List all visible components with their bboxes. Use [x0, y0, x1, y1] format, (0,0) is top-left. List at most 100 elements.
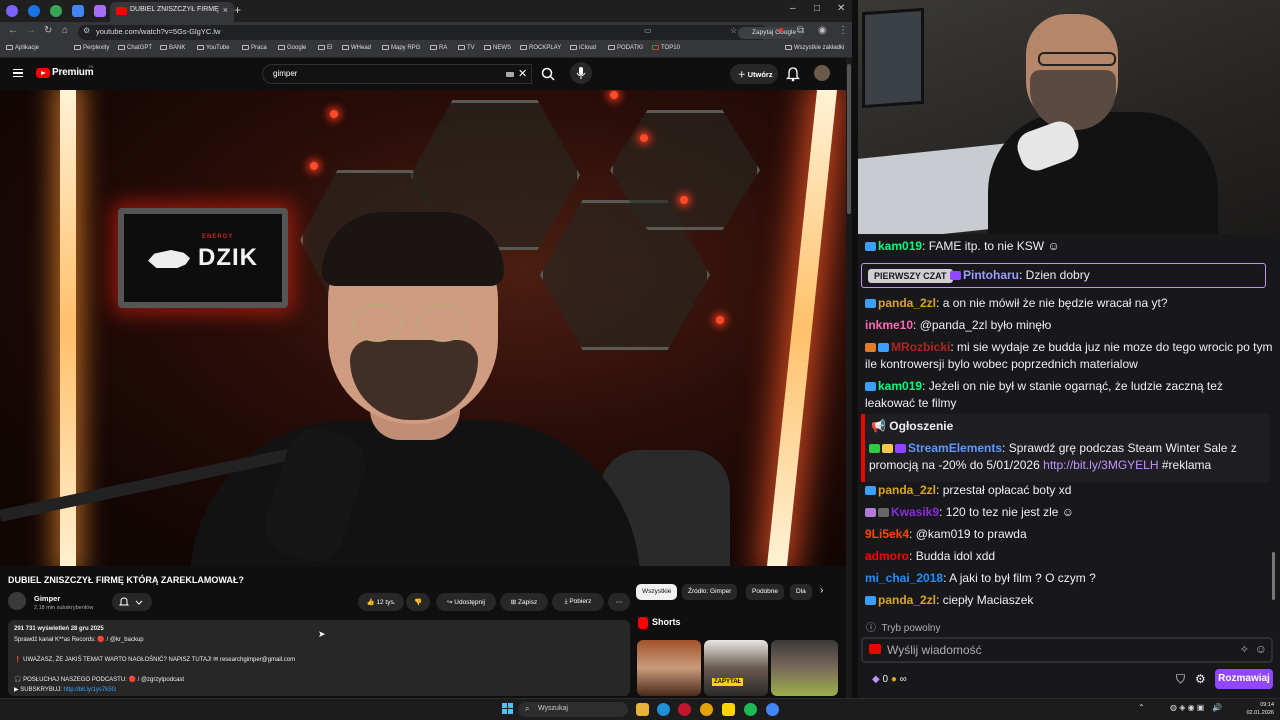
- bookmark-item[interactable]: Google: [278, 45, 306, 51]
- send-chat-button[interactable]: Rozmawiaj: [1215, 669, 1273, 689]
- video-player[interactable]: ENERGY DZIK: [0, 90, 846, 566]
- bookmark-item[interactable]: NEWS: [484, 45, 511, 51]
- tab-icon[interactable]: [28, 5, 40, 17]
- system-clock[interactable]: 09:14 02.01.2026: [1246, 701, 1274, 717]
- chat-username[interactable]: panda_2zl: [878, 296, 936, 310]
- profile-avatar-icon[interactable]: ◉: [818, 25, 827, 36]
- chat-username[interactable]: kam019: [878, 379, 922, 393]
- subscribed-bell-button[interactable]: [112, 593, 152, 611]
- chat-username[interactable]: panda_2zl: [878, 483, 936, 497]
- youtube-logo-icon[interactable]: [36, 68, 50, 78]
- badge-selector-icon[interactable]: [869, 644, 881, 654]
- forward-icon[interactable]: →: [26, 25, 36, 36]
- bookmark-item[interactable]: ChatGPT: [118, 45, 152, 51]
- bookmark-item[interactable]: BANK: [160, 45, 185, 51]
- chat-username[interactable]: Pintoharu: [963, 268, 1019, 282]
- edge-icon[interactable]: [657, 703, 670, 716]
- search-button[interactable]: [534, 64, 562, 84]
- channel-points[interactable]: ◆ 0 ● ∞: [872, 674, 907, 685]
- url-field[interactable]: ⚙ youtube.com/watch?v=5Gs-GlgYC.lw ▭ Zap…: [78, 25, 804, 40]
- clear-search-icon[interactable]: ✕: [518, 67, 527, 80]
- tray-chevron-icon[interactable]: ⌃: [1138, 703, 1145, 712]
- bookmark-item[interactable]: YouTube: [197, 45, 230, 51]
- chat-scrollbar-thumb[interactable]: [1272, 552, 1275, 600]
- close-window-icon[interactable]: ✕: [837, 3, 845, 14]
- chat-username[interactable]: Kwasik9: [891, 505, 939, 519]
- bookmark-item[interactable]: WHead: [342, 45, 371, 51]
- profile-icon[interactable]: [6, 5, 18, 17]
- chrome-active-icon[interactable]: [766, 703, 779, 716]
- chat-username[interactable]: mi_chai_2018: [865, 571, 943, 585]
- bookmark-item[interactable]: Aplikacje: [6, 45, 39, 51]
- bookmark-item[interactable]: El: [318, 45, 332, 51]
- download-button[interactable]: ⤓ Pobierz: [552, 593, 604, 611]
- short-thumbnail[interactable]: ZAPYTAŁ: [704, 640, 768, 696]
- chip-for-you[interactable]: Dla: [790, 584, 812, 600]
- chat-username[interactable]: admoro: [865, 549, 909, 563]
- settings-gear-icon[interactable]: ⚙: [1195, 672, 1206, 686]
- extension-icon[interactable]: ●: [778, 25, 784, 36]
- taskbar-search[interactable]: ⌕ Wyszukaj: [518, 702, 628, 717]
- bookmark-item[interactable]: Praca: [242, 45, 267, 51]
- notifications-bell-icon[interactable]: [786, 66, 800, 82]
- chip-all[interactable]: Wszystkie: [636, 584, 678, 600]
- minimize-icon[interactable]: –: [790, 3, 796, 14]
- spotify-icon[interactable]: [744, 703, 757, 716]
- reload-icon[interactable]: ↻: [44, 25, 52, 36]
- bookmark-item[interactable]: RA: [430, 45, 447, 51]
- chip-source[interactable]: Źródło: Gimper: [682, 584, 738, 600]
- chat-scrollbar[interactable]: [1271, 234, 1277, 604]
- tab-icon[interactable]: [72, 5, 84, 17]
- bookmark-item[interactable]: ROCKPLAY: [520, 45, 561, 51]
- active-tab[interactable]: DUBIEL ZNISZCZYŁ FIRMĘ KTÓRĄ ZAREKLAMOWA…: [110, 2, 234, 22]
- short-thumbnail[interactable]: [637, 640, 701, 696]
- share-button[interactable]: ↪ Udostępnij: [436, 593, 496, 611]
- tab-icon[interactable]: [50, 5, 62, 17]
- chat-input[interactable]: Wyślij wiadomość ✧ ☺: [861, 637, 1273, 663]
- chip-similar[interactable]: Podobne: [746, 584, 785, 600]
- chrome-icon[interactable]: [700, 703, 713, 716]
- windows-start-icon[interactable]: [502, 703, 514, 715]
- chat-username[interactable]: MRozbicki: [891, 340, 950, 354]
- create-button[interactable]: ＋ Utwórz: [730, 64, 778, 84]
- ask-google-chip[interactable]: Zapytaj Google: [738, 27, 804, 39]
- chat-username[interactable]: panda_2zl: [878, 593, 936, 607]
- shield-icon[interactable]: ⛉: [1176, 672, 1185, 687]
- channel-name[interactable]: Gimper: [34, 594, 60, 603]
- notes-icon[interactable]: [722, 703, 735, 716]
- cast-icon[interactable]: ▭: [644, 26, 652, 35]
- dislike-button[interactable]: 👎: [406, 593, 430, 611]
- maximize-icon[interactable]: □: [814, 3, 820, 14]
- new-tab-icon[interactable]: +: [234, 3, 241, 17]
- chat-username[interactable]: kam019: [878, 239, 922, 253]
- tray-icons[interactable]: ◍ ◈ ◉ ▣: [1170, 703, 1204, 712]
- subscribe-link[interactable]: http://bit.ly/1ys7k5G: [64, 687, 117, 693]
- youtube-premium-brand[interactable]: Premium: [52, 67, 94, 78]
- chat-link[interactable]: http://bit.ly/3MGYELH: [1043, 458, 1158, 472]
- chat-username[interactable]: StreamElements: [908, 441, 1002, 455]
- bookmark-star-icon[interactable]: ☆: [730, 26, 737, 35]
- hamburger-menu-icon[interactable]: [13, 69, 23, 77]
- all-bookmarks[interactable]: Wszystkie zakładki: [785, 45, 844, 51]
- voice-search-button[interactable]: [570, 62, 592, 84]
- page-scrollbar[interactable]: [846, 58, 852, 698]
- short-thumbnail[interactable]: [771, 640, 838, 696]
- opera-icon[interactable]: [678, 703, 691, 716]
- chat-username[interactable]: inkme10: [865, 318, 913, 332]
- bookmark-item[interactable]: iCloud: [570, 45, 596, 51]
- bookmark-item[interactable]: TOP10: [652, 45, 680, 51]
- kebab-menu-icon[interactable]: ⋮: [838, 25, 848, 36]
- avatar[interactable]: [814, 65, 830, 81]
- back-icon[interactable]: ←: [8, 25, 18, 36]
- scrollbar-thumb[interactable]: [847, 64, 851, 214]
- close-tab-icon[interactable]: ×: [223, 5, 228, 15]
- chevron-right-icon[interactable]: ›: [820, 585, 823, 596]
- home-icon[interactable]: ⌂: [62, 25, 68, 36]
- bookmark-item[interactable]: Mapy RPG: [382, 45, 420, 51]
- more-actions-button[interactable]: ⋯: [608, 593, 630, 611]
- like-button[interactable]: 👍 12 tys.: [358, 593, 404, 611]
- channel-avatar[interactable]: [8, 592, 26, 610]
- site-info-icon[interactable]: ⚙: [83, 26, 90, 35]
- ai-sparkle-icon[interactable]: ✧: [1240, 643, 1249, 656]
- bookmark-item[interactable]: Perplexity: [74, 45, 109, 51]
